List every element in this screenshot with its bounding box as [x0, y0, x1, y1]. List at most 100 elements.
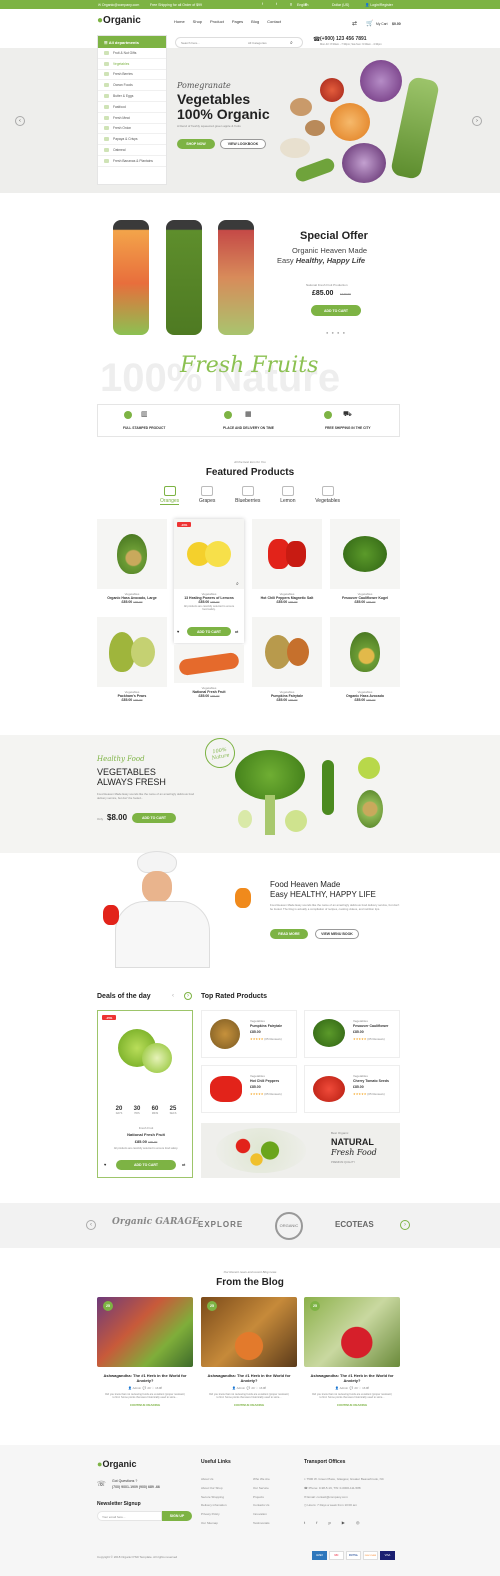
sign-up-button[interactable]: SIGN UP [162, 1511, 192, 1521]
nav-home[interactable]: Home [174, 19, 185, 24]
quick-view-icon[interactable]: ⌕ [236, 581, 239, 587]
product-card[interactable]: Vegetables Organic Hass Avocado, Large £… [97, 519, 167, 615]
product-image[interactable] [97, 617, 167, 687]
footer-social-icons[interactable]: t f p ▶ ◎ [304, 1520, 364, 1525]
nav-blog[interactable]: Blog [251, 19, 259, 24]
product-image[interactable] [174, 519, 244, 589]
rated-name[interactable]: Hot Chili Peppers [250, 1079, 279, 1083]
logo[interactable]: ●Organic [97, 15, 141, 26]
category-item[interactable]: Fresh Bananas & Plantains [98, 156, 166, 167]
nav-contact[interactable]: Contact [267, 19, 281, 24]
category-item[interactable]: Fresh Meat [98, 113, 166, 124]
footer-link[interactable]: Our Service [253, 1484, 270, 1493]
prev-arrow-icon[interactable]: ‹ [15, 116, 25, 126]
offer-add-to-cart-button[interactable]: ADD TO CART [311, 305, 361, 316]
footer-link[interactable]: About Us [201, 1475, 227, 1484]
footer-link[interactable]: About Our Shop [201, 1484, 227, 1493]
shop-now-button[interactable]: SHOP NOW [177, 139, 215, 149]
footer-link[interactable]: Privacy Policy [201, 1510, 227, 1519]
category-item[interactable]: Papaya & Crisps [98, 134, 166, 146]
product-card[interactable]: -10% ⌕ Vegetables 13 Healing Powers of L… [174, 519, 244, 643]
footer-link[interactable]: Secure Shopping [201, 1493, 227, 1502]
category-item[interactable]: Vegetables [98, 59, 166, 70]
compare-icon[interactable]: ⇄ [352, 20, 357, 27]
footer-link[interactable]: Contacts Us [253, 1501, 270, 1510]
deal-share-icon[interactable]: ⇄ [182, 1162, 185, 1167]
currency-select[interactable]: Dollar (US) [332, 3, 349, 7]
footer-link[interactable]: Innovation [253, 1510, 270, 1519]
slider-dots[interactable]: ● ● ● ● [326, 330, 346, 335]
read-more-button[interactable]: READ MORE [270, 929, 308, 939]
blog-post[interactable]: 25 Ashwagandha: The #1 Herb in the World… [97, 1297, 193, 1407]
search-bar[interactable]: Search here... All Categories ⌕ [175, 37, 303, 48]
deals-next-icon[interactable]: › [184, 992, 192, 1000]
product-image[interactable] [252, 617, 322, 687]
nav-shop[interactable]: Shop [193, 19, 202, 24]
rated-product-image[interactable] [210, 1019, 240, 1049]
email-link[interactable]: ✉ Organic@company.com [98, 3, 139, 7]
add-to-cart-button[interactable]: ADD TO CART [187, 627, 231, 636]
banner-add-to-cart-button[interactable]: ADD TO CART [132, 813, 176, 823]
brands-prev-icon[interactable]: ‹ [86, 1220, 96, 1230]
view-lookbook-button[interactable]: VIEW LOOKBOOK [220, 139, 266, 149]
login-link[interactable]: 👤 Login/Register [365, 3, 393, 7]
deal-add-to-cart-button[interactable]: ADD TO CART [116, 1160, 176, 1170]
deal-card[interactable]: -15% 20 DAYS 30 HRS 60 MINS 25 SECS Fresh Fr… [97, 1010, 193, 1178]
footer-logo[interactable]: ●Organic [97, 1459, 136, 1469]
brands-next-icon[interactable]: › [400, 1220, 410, 1230]
category-item[interactable]: Fresh Berries [98, 70, 166, 81]
footer-link[interactable]: Who We Are [253, 1475, 270, 1484]
rated-name[interactable]: Fesouver Cauliflower [353, 1024, 388, 1028]
continue-reading-link[interactable]: CONTINUE READING [304, 1403, 400, 1407]
tab-vegetables[interactable]: Vegetables [315, 486, 340, 505]
deals-prev-icon[interactable]: ‹ [172, 993, 174, 999]
email-line[interactable]: ✉ Email: contact@company.com [304, 1493, 399, 1502]
continue-reading-link[interactable]: CONTINUE READING [201, 1403, 297, 1407]
tab-oranges[interactable]: Oranges [160, 486, 180, 505]
search-input[interactable]: Search here... [181, 41, 200, 45]
next-arrow-icon[interactable]: › [472, 116, 482, 126]
product-card[interactable]: Vegetables Organic Hass Avocado £85.00 £… [330, 617, 400, 713]
rated-product[interactable]: Vegetables Fesouver Cauliflower £85.00 ★… [304, 1010, 400, 1058]
product-card[interactable]: Vegetables National Fresh Fruit £85.00 £… [174, 645, 244, 715]
deal-product-name[interactable]: National Fresh Fruit [98, 1132, 194, 1137]
cart-icon[interactable]: 🛒 [366, 20, 373, 27]
product-card[interactable]: Vegetables Pumpkins Fairytale £85.00 £99… [252, 617, 322, 713]
blog-post-title[interactable]: Ashwagandha: The #1 Herb in the World fo… [97, 1373, 193, 1383]
wishlist-icon[interactable]: ♥ [177, 629, 179, 634]
product-image[interactable] [252, 519, 322, 589]
blog-post-title[interactable]: Ashwagandha: The #1 Herb in the World fo… [201, 1373, 297, 1383]
newsletter-email-input[interactable]: Your email here... [97, 1511, 162, 1521]
category-item[interactable]: Fresh Onion [98, 124, 166, 135]
all-departments-button[interactable]: ☰ All departments [98, 36, 166, 48]
natural-food-banner[interactable]: Best Organic NATURAL Fresh Food PREMIUM … [201, 1123, 400, 1178]
search-icon[interactable]: ⌕ [290, 40, 293, 46]
rated-product[interactable]: Vegetables Hot Chili Peppers £85.00 ★★★★… [201, 1065, 297, 1113]
brand-logo-organic[interactable]: ORGANIC [275, 1212, 303, 1240]
footer-link[interactable]: Projects [253, 1493, 270, 1502]
category-item[interactable]: Oatmeal [98, 145, 166, 156]
blog-post-title[interactable]: Ashwagandha: The #1 Herb in the World fo… [304, 1373, 400, 1383]
product-card[interactable]: Vegetables Packham's Pears £85.00 £99.00 [97, 617, 167, 713]
blog-post[interactable]: 25 Ashwagandha: The #1 Herb in the World… [201, 1297, 297, 1407]
tab-lemon[interactable]: Lemon [280, 486, 295, 505]
blog-post[interactable]: 25 Ashwagandha: The #1 Herb in the World… [304, 1297, 400, 1407]
rated-product-image[interactable] [313, 1076, 345, 1102]
footer-link[interactable]: Our Sitemap [201, 1519, 227, 1528]
product-card[interactable]: Vegetables Fesouver Cauliflower Kugel £8… [330, 519, 400, 615]
product-card[interactable]: Vegetables Hot Chili Peppers Magnetic Sa… [252, 519, 322, 615]
continue-reading-link[interactable]: CONTINUE READING [97, 1403, 193, 1407]
brand-logo-ecoteas[interactable]: ECOTEAS [335, 1220, 374, 1229]
product-image[interactable] [330, 617, 400, 687]
cart-label[interactable]: My Cart [376, 22, 388, 26]
category-item[interactable]: Fastfood [98, 102, 166, 113]
tab-blueberries[interactable]: Blueberries [235, 486, 260, 505]
rated-product[interactable]: Vegetables Cherry Tomato Seeds £85.00 ★★… [304, 1065, 400, 1113]
rated-name[interactable]: Pumpkins Fairytale [250, 1024, 282, 1028]
category-item[interactable]: Fruit & Nut Gifts [98, 48, 166, 59]
product-image[interactable] [97, 519, 167, 589]
footer-link[interactable]: Testimonials [253, 1519, 270, 1528]
brand-logo-organic-garage[interactable]: Organic GARAGE [112, 1217, 199, 1227]
category-item[interactable]: Ocean Foods [98, 80, 166, 92]
rated-product-image[interactable] [313, 1019, 345, 1047]
